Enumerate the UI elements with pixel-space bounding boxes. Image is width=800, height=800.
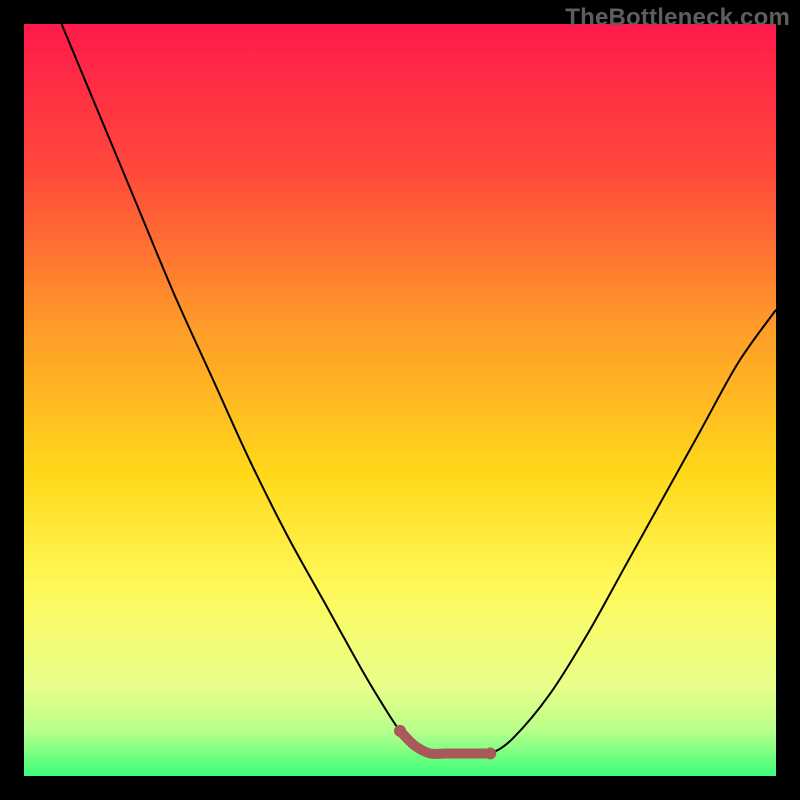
bottleneck-curve xyxy=(62,24,776,755)
chart-frame: TheBottleneck.com xyxy=(0,0,800,800)
plot-area xyxy=(24,24,776,776)
curve-layer xyxy=(24,24,776,776)
optimal-highlight xyxy=(400,731,490,754)
watermark-text: TheBottleneck.com xyxy=(565,4,790,32)
